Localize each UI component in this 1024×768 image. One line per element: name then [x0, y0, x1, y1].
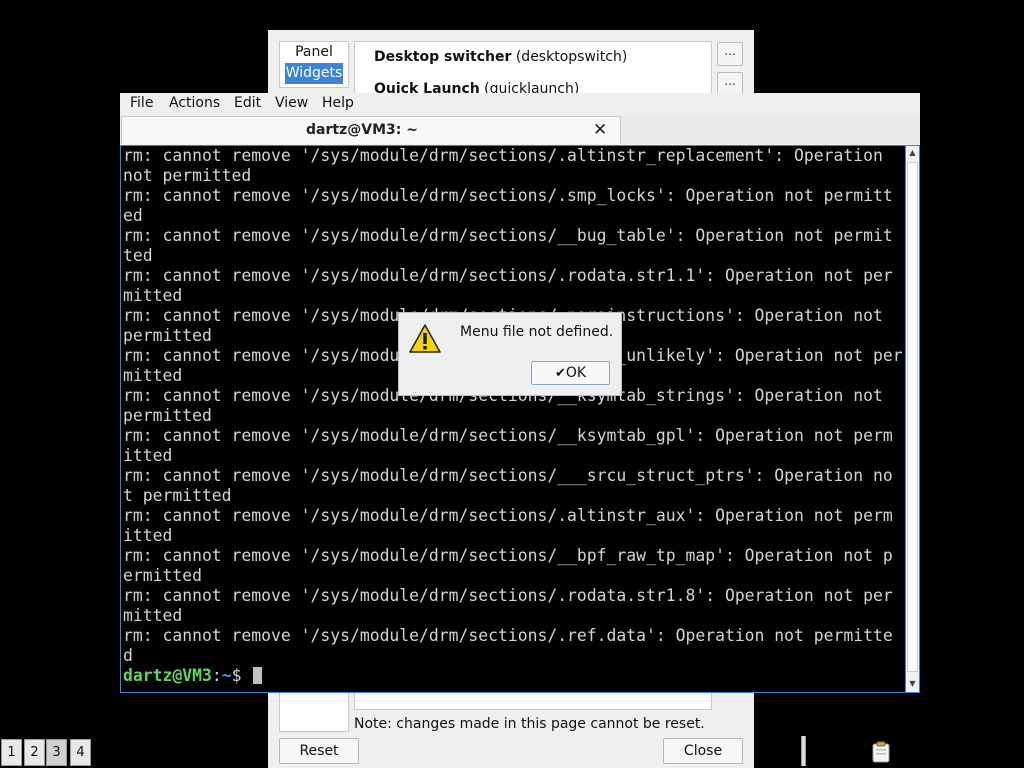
terminal-line: ted — [123, 246, 153, 265]
tab-title: dartz@VM3: ~ — [306, 122, 418, 138]
ok-button[interactable]: ✔OK — [531, 361, 610, 385]
terminal-line: rm: cannot remove '/sys/module/drm/secti… — [123, 266, 893, 285]
terminal-line: rm: cannot remove '/sys/module/drm/secti… — [123, 586, 893, 605]
terminal-output[interactable]: rm: cannot remove '/sys/module/drm/secti… — [120, 145, 906, 693]
widget-name: Desktop switcher — [374, 49, 512, 65]
text-cursor — [253, 667, 263, 684]
reset-button[interactable]: Reset — [279, 738, 359, 764]
widget-list: Desktop switcher (desktopswitch) Quick L… — [354, 41, 712, 98]
terminal-line: rm: cannot remove '/sys/module/drm/secti… — [123, 506, 893, 525]
ok-icon: ✔ — [554, 366, 566, 381]
terminal-line: rm: cannot remove '/sys/module/drm/secti… — [123, 426, 893, 445]
terminal-line: t permitted — [123, 486, 232, 505]
terminal-line: ermitted — [123, 566, 202, 585]
prompt-line: dartz@VM3:~$ — [123, 666, 263, 686]
clipboard-icon[interactable] — [870, 741, 892, 763]
tab-bar: dartz@VM3: ~ ✕ — [120, 115, 920, 144]
terminal-line: rm: cannot remove '/sys/module/drm/secti… — [123, 466, 893, 485]
category-panel[interactable]: Panel — [285, 42, 343, 63]
terminal-line: permitted — [123, 326, 212, 345]
widget-item-desktopswitch[interactable]: Desktop switcher (desktopswitch) — [374, 49, 627, 65]
desktop-4-button[interactable]: 4 — [70, 739, 91, 766]
terminal-line: itted — [123, 526, 173, 545]
terminal-line: mitted — [123, 366, 183, 385]
terminal-line: rm: cannot remove '/sys/module/drm/secti… — [123, 626, 893, 645]
terminal-line: rm: cannot remove '/sys/module/drm/secti… — [123, 146, 883, 165]
scroll-up-icon[interactable]: ▲ — [906, 148, 919, 157]
scroll-down-icon[interactable]: ▼ — [906, 679, 919, 688]
taskbar-separator — [801, 736, 806, 766]
category-widgets[interactable]: Widgets — [285, 63, 343, 84]
terminal-line: mitted — [123, 286, 183, 305]
reset-note: Note: changes made in this page cannot b… — [354, 716, 705, 732]
prompt-separator: : — [211, 666, 222, 685]
terminal-tab[interactable]: dartz@VM3: ~ ✕ — [121, 116, 621, 144]
widget-id: (desktopswitch) — [515, 49, 628, 65]
prompt-user: dartz@VM3 — [123, 666, 212, 685]
desktop-3-button[interactable]: 3 — [46, 739, 67, 766]
terminal-scrollbar[interactable]: ▲ ▼ — [906, 145, 920, 693]
terminal-line: ed — [123, 206, 143, 225]
scroll-thumb[interactable] — [907, 162, 918, 672]
terminal-line: itted — [123, 446, 173, 465]
menu-edit[interactable]: Edit — [234, 95, 261, 111]
terminal-line: d — [123, 646, 133, 665]
category-list-bottom — [279, 691, 349, 732]
widget-settings-button[interactable]: ... — [717, 42, 743, 66]
menu-actions[interactable]: Actions — [169, 95, 220, 111]
terminal-line: rm: cannot remove '/sys/module/drm/secti… — [123, 186, 893, 205]
desktop-1-button[interactable]: 1 — [1, 739, 22, 766]
error-dialog: Menu file not defined. ✔OK — [398, 312, 622, 396]
prompt-path: ~ — [221, 666, 232, 685]
widget-list-bottom — [354, 691, 712, 710]
menu-help[interactable]: Help — [322, 95, 354, 111]
close-button[interactable]: Close — [663, 738, 743, 764]
terminal-line: mitted — [123, 606, 183, 625]
desktop-2-button[interactable]: 2 — [24, 739, 45, 766]
close-tab-icon[interactable]: ✕ — [593, 120, 607, 140]
ok-label: OK — [565, 365, 587, 381]
menu-view[interactable]: View — [275, 95, 308, 111]
menu-bar: File Actions Edit View Help — [120, 93, 920, 115]
terminal-line: not permitted — [123, 166, 252, 185]
terminal-line: rm: cannot remove '/sys/module/drm/secti… — [123, 226, 893, 245]
dialog-message: Menu file not defined. — [460, 324, 614, 340]
category-list: Panel Widgets — [279, 41, 349, 88]
prompt-symbol: $ — [231, 666, 242, 685]
menu-file[interactable]: File — [130, 95, 153, 111]
terminal-line: rm: cannot remove '/sys/module/drm/secti… — [123, 546, 893, 565]
terminal-line: permitted — [123, 406, 212, 425]
warning-icon — [409, 324, 441, 353]
